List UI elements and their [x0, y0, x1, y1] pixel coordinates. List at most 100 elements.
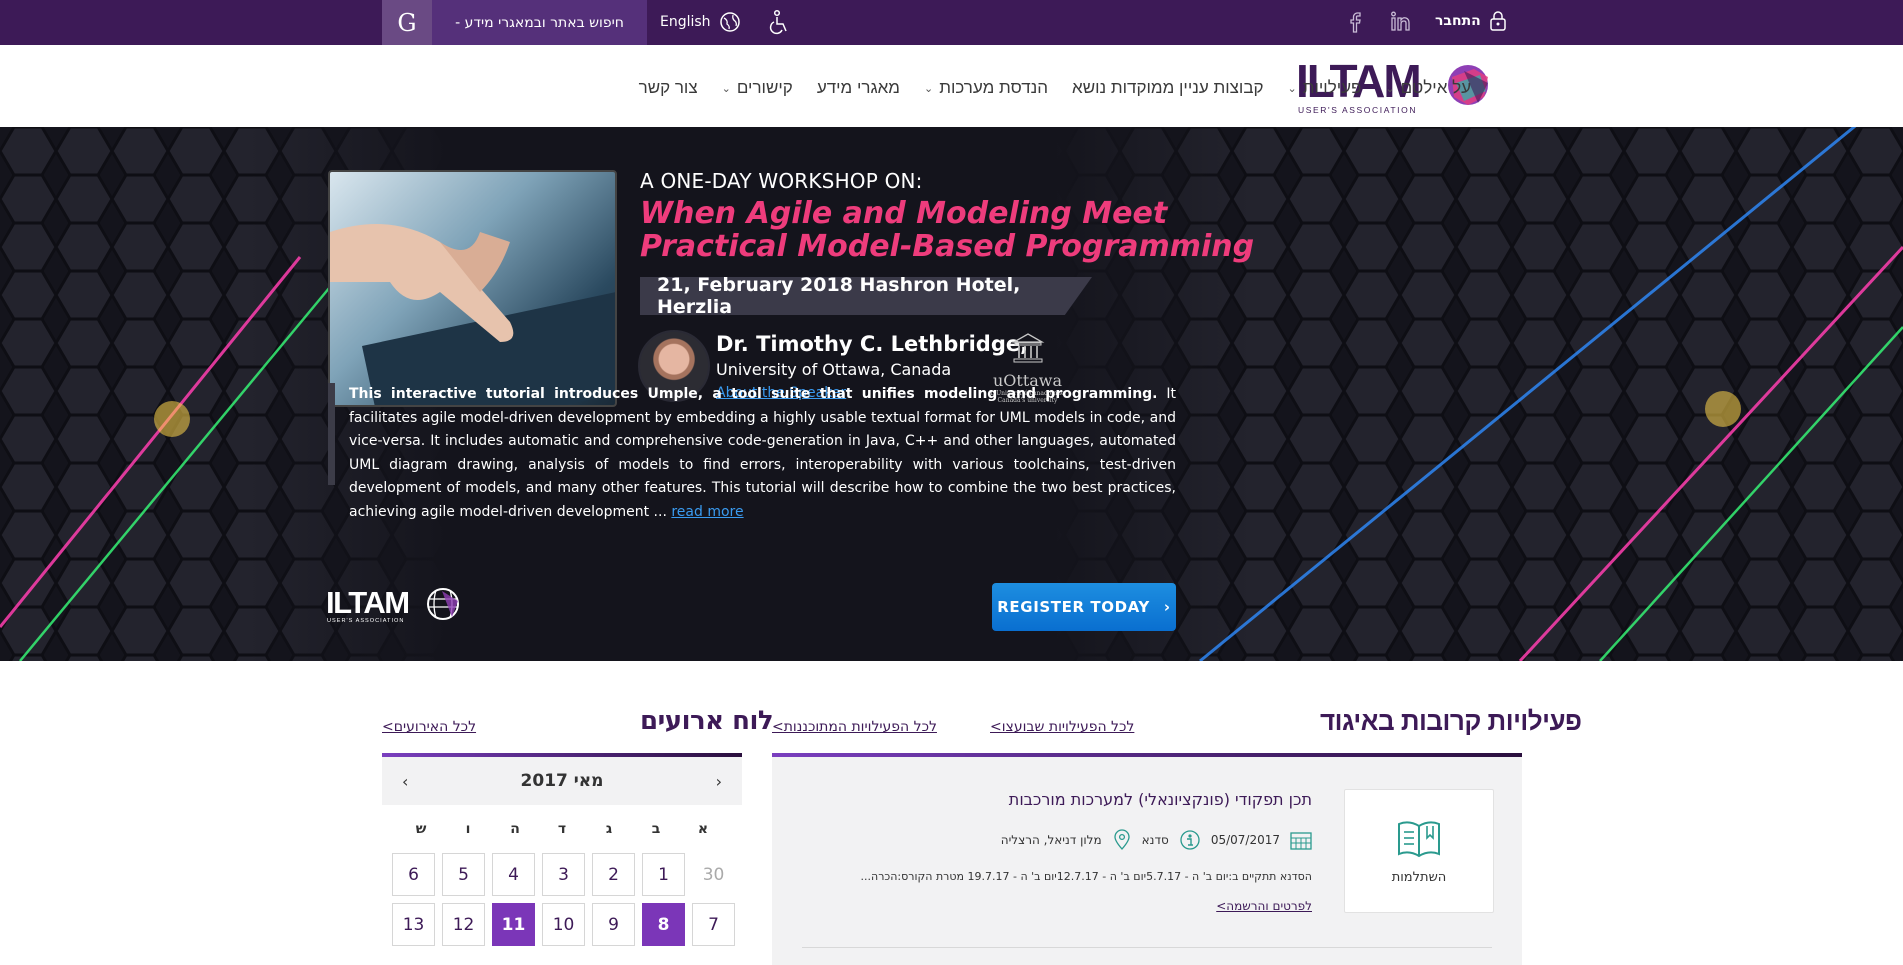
- calendar-day[interactable]: 13: [392, 903, 435, 946]
- main-navigation: ILTAM USER'S ASSOCIATION על אילטם ⌄ פעיל…: [0, 45, 1903, 127]
- calendar-day[interactable]: 10: [542, 903, 585, 946]
- calendar-weekdays: א ב ג ד ה ו ש: [382, 805, 742, 837]
- register-today-button[interactable]: REGISTER TODAY ›: [992, 583, 1176, 631]
- activity-description: הסדנא תתקיים ב:יום ב' ה - 5.7.17יום ב' ה…: [860, 870, 1312, 883]
- activity-meta: 05/07/2017 סדנא מלון דניאל, הרצליה: [1001, 829, 1312, 851]
- nav-item-contact[interactable]: צור קשר: [627, 73, 710, 103]
- nav-item-label: הנדסת מערכות: [939, 78, 1049, 97]
- linkedin-icon[interactable]: [1389, 9, 1413, 35]
- planned-activities-link[interactable]: לכל הפעילויות המתוכננות>: [772, 719, 937, 735]
- register-label: REGISTER TODAY: [997, 598, 1150, 616]
- facebook-icon[interactable]: [1343, 9, 1367, 35]
- calendar-day[interactable]: 7: [692, 903, 735, 946]
- weekday-label: ב: [651, 821, 661, 837]
- logo-sub: USER'S ASSOCIATION: [1298, 105, 1417, 115]
- workshop-date-venue: 21, February 2018 Hashron Hotel, Herzlia: [640, 277, 1092, 315]
- nav-item-label: פעילויות: [1302, 78, 1362, 97]
- footer-logo-sub: USER'S ASSOCIATION: [327, 618, 404, 624]
- activity-date: 05/07/2017: [1210, 833, 1280, 847]
- events-calendar-title: לוח ארועים: [640, 706, 774, 736]
- nav-item-about[interactable]: על אילטם ⌄: [1373, 73, 1483, 103]
- login-button[interactable]: התחבר: [1435, 10, 1507, 32]
- nav-item-activities[interactable]: פעילויות ⌄: [1276, 73, 1374, 103]
- globe-icon: [719, 12, 740, 32]
- calendar-header: ‹ מאי 2017 ›: [382, 757, 742, 805]
- nav-item-interest-groups[interactable]: קבוצות עניין ממוקדות נושא: [1060, 73, 1275, 103]
- weekday-label: ו: [465, 821, 471, 837]
- calendar-day: 30: [692, 853, 735, 896]
- activity-location: מלון דניאל, הרצליה: [1000, 833, 1102, 847]
- calendar-day[interactable]: 4: [492, 853, 535, 896]
- chevron-right-icon: ›: [1163, 598, 1171, 616]
- chevron-down-icon: ⌄: [924, 82, 934, 95]
- nav-item-databases[interactable]: מאגרי מידע: [805, 73, 912, 103]
- calendar-day[interactable]: 11: [492, 903, 535, 946]
- activities-panel: השתלמות תכן תפקודי (פונקציונאלי) למערכות…: [772, 753, 1522, 965]
- weekday-label: ש: [415, 821, 427, 837]
- nav-item-label: צור קשר: [638, 78, 698, 97]
- read-more-link[interactable]: read more: [671, 504, 743, 520]
- site-search-input[interactable]: חיפוש באתר ובמאגרי מידע -: [432, 0, 647, 45]
- activity-category-card[interactable]: השתלמות: [1344, 789, 1494, 913]
- university-building-icon: [1011, 333, 1044, 363]
- upcoming-activities-title: פעילויות קרובות באיגוד: [1320, 706, 1582, 736]
- activity-type: סדנא: [1141, 833, 1169, 847]
- activity-divider: [802, 947, 1492, 948]
- nav-item-label: קבוצות עניין ממוקדות נושא: [1072, 78, 1264, 97]
- calendar-day[interactable]: 9: [592, 903, 635, 946]
- workshop-banner[interactable]: A ONE-DAY WORKSHOP ON: When Agile and Mo…: [0, 127, 1903, 661]
- weekday-label: א: [697, 821, 709, 837]
- speaker-name: Dr. Timothy C. Lethbridge,: [716, 332, 1029, 356]
- description-lead: This interactive tutorial introduces Ump…: [349, 386, 1158, 402]
- nav-item-label: על אילטם: [1400, 78, 1471, 97]
- description-body: It facilitates agile model-driven develo…: [349, 386, 1176, 520]
- iltam-footer-logo: ILTAM USER'S ASSOCIATION: [326, 585, 459, 624]
- location-pin-icon: [1114, 829, 1130, 850]
- headline-line-2: Practical Model-Based Programming: [640, 229, 1255, 264]
- nav-menu: על אילטם ⌄ פעילויות ⌄ קבוצות עניין ממוקד…: [408, 73, 1483, 103]
- info-person-icon: [1180, 830, 1200, 850]
- hand-touch-photo: [328, 170, 617, 407]
- speaker-university: University of Ottawa, Canada: [716, 360, 952, 379]
- calendar-day[interactable]: 5: [442, 853, 485, 896]
- nav-item-label: מאגרי מידע: [816, 78, 900, 97]
- chevron-down-icon: ⌄: [721, 82, 731, 95]
- calendar-day[interactable]: 1: [642, 853, 685, 896]
- events-calendar: ‹ מאי 2017 › א ב ג ד ה ו ש 30 1 2 3 4 5 6 7 8 9 10…: [382, 753, 742, 965]
- home-lower-section: פעילויות קרובות באיגוד לכל הפעילויות שבו…: [0, 661, 1903, 965]
- weekday-label: ג: [605, 821, 613, 837]
- calendar-day[interactable]: 8: [642, 903, 685, 946]
- weekday-label: ד: [557, 821, 567, 837]
- nav-item-label: קישורים: [736, 78, 793, 97]
- weekday-label: ה: [510, 821, 520, 837]
- language-switcher[interactable]: English: [660, 10, 741, 34]
- activity-details-link[interactable]: לפרטים והרשמה>: [1216, 899, 1312, 913]
- google-search-button[interactable]: G: [382, 0, 432, 45]
- activity-category-label: השתלמות: [1391, 869, 1447, 885]
- accessibility-icon[interactable]: [767, 9, 791, 35]
- lock-icon: [1490, 11, 1506, 31]
- login-label: התחבר: [1435, 13, 1481, 29]
- weekly-activities-link[interactable]: לכל הפעילויות שבועצו>: [990, 719, 1134, 735]
- calendar-grid: 30 1 2 3 4 5 6 7 8 9 10 11 12 13: [382, 837, 742, 946]
- calendar-day[interactable]: 6: [392, 853, 435, 896]
- footer-logo-text: ILTAM: [326, 585, 409, 620]
- nav-item-systems-engineering[interactable]: הנדסת מערכות ⌄: [912, 73, 1060, 103]
- calendar-day[interactable]: 3: [542, 853, 585, 896]
- activity-title-link[interactable]: תכן תפקודי (פונקציונאלי) למערכות מורכבות: [1009, 790, 1312, 809]
- chevron-down-icon: ⌄: [1385, 82, 1395, 95]
- nav-item-links[interactable]: קישורים ⌄: [710, 73, 805, 103]
- calendar-icon: [1290, 832, 1312, 850]
- calendar-day[interactable]: 2: [592, 853, 635, 896]
- workshop-description: This interactive tutorial introduces Ump…: [328, 383, 1176, 520]
- calendar-day[interactable]: 12: [442, 903, 485, 946]
- workshop-kicker: A ONE-DAY WORKSHOP ON:: [640, 169, 923, 193]
- top-bar: G חיפוש באתר ובמאגרי מידע - English התחב…: [0, 0, 1903, 45]
- open-book-icon: [1398, 820, 1440, 857]
- chevron-right-icon[interactable]: ›: [716, 772, 722, 791]
- language-label: English: [660, 14, 711, 30]
- chevron-left-icon[interactable]: ‹: [402, 772, 408, 791]
- headline-line-1: When Agile and Modeling Meet: [640, 196, 1168, 231]
- all-events-link[interactable]: לכל האירועים>: [382, 719, 476, 735]
- calendar-month: מאי 2017: [520, 771, 604, 791]
